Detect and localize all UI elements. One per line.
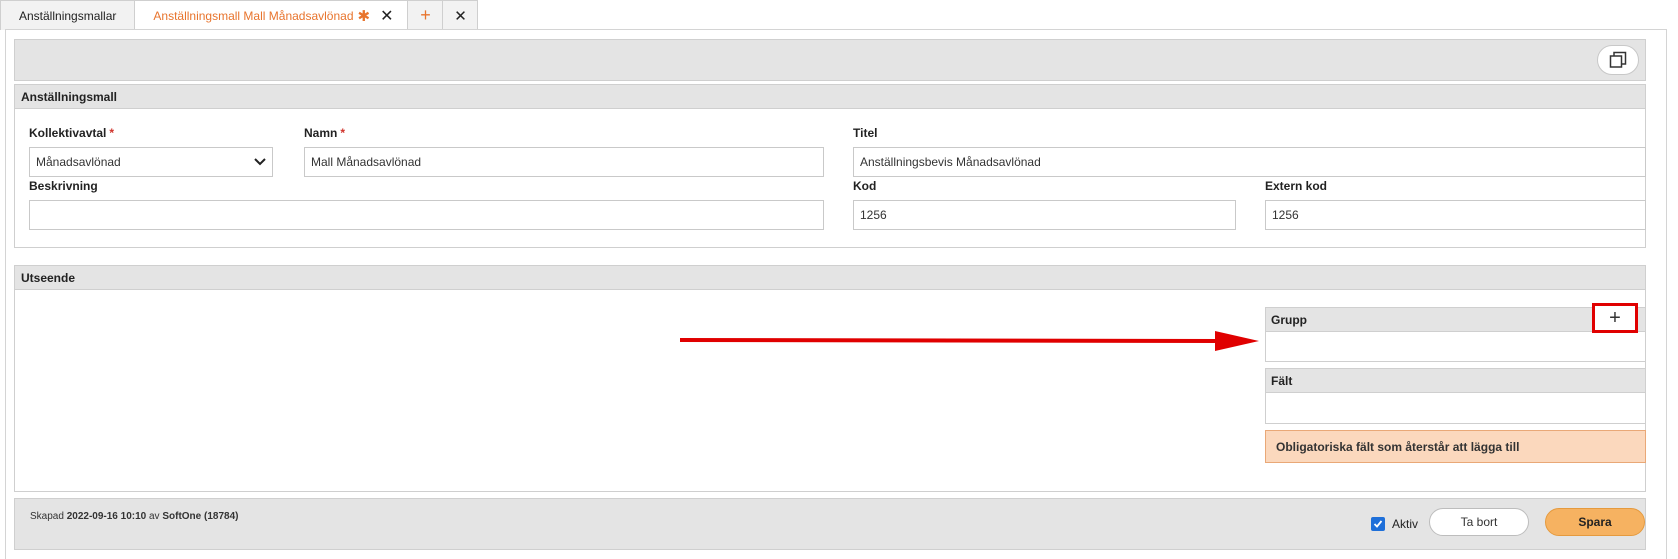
required-marker: * bbox=[109, 126, 115, 140]
plus-icon: + bbox=[420, 5, 431, 25]
delete-button[interactable]: Ta bort bbox=[1429, 508, 1529, 536]
created-by: SoftOne (18784) bbox=[162, 511, 239, 522]
tab-label: Anställningsmall Mall Månadsavlönad bbox=[153, 8, 354, 23]
label-text: Namn bbox=[304, 126, 338, 140]
title-label: Titel bbox=[853, 126, 878, 140]
input-value: 1256 bbox=[1272, 208, 1299, 222]
copy-icon bbox=[1609, 51, 1627, 68]
label-text: Kollektivavtal bbox=[29, 126, 107, 140]
footer-bar: Skapad 2022-09-16 10:10 av SoftOne (1878… bbox=[14, 498, 1646, 550]
collective-agreement-select[interactable]: Månadsavlönad bbox=[29, 147, 273, 177]
select-value: Månadsavlönad bbox=[36, 155, 121, 169]
external-code-label: Extern kod bbox=[1265, 179, 1328, 193]
tab-employment-templates[interactable]: Anställningsmallar bbox=[0, 0, 136, 30]
field-list bbox=[1265, 392, 1646, 424]
close-icon: ✕ bbox=[454, 7, 467, 25]
name-input[interactable]: Mall Månadsavlönad bbox=[304, 147, 824, 177]
toolbar bbox=[14, 39, 1646, 81]
close-icon[interactable]: ✕ bbox=[380, 6, 393, 26]
panel-title: Anställningsmall bbox=[15, 85, 1645, 109]
panel-title: Utseende bbox=[15, 266, 1645, 290]
active-checkbox[interactable] bbox=[1371, 517, 1385, 531]
description-label: Beskrivning bbox=[29, 179, 98, 193]
created-by-prefix: av bbox=[149, 511, 160, 522]
external-code-input[interactable]: 1256 bbox=[1265, 200, 1646, 230]
tab-current-template[interactable]: Anställningsmall Mall Månadsavlönad ✱ ✕ bbox=[134, 0, 409, 30]
code-label: Kod bbox=[853, 179, 877, 193]
input-value: 1256 bbox=[860, 208, 887, 222]
plus-icon: + bbox=[1609, 306, 1621, 329]
field-header: Fält bbox=[1265, 368, 1646, 393]
description-input[interactable] bbox=[29, 200, 824, 230]
required-marker: * bbox=[340, 126, 346, 140]
group-list bbox=[1265, 331, 1646, 362]
check-icon bbox=[1373, 520, 1383, 528]
annotation-arrow bbox=[679, 331, 1259, 351]
collective-agreement-label: Kollektivavtal * bbox=[29, 126, 114, 140]
tab-bar: Anställningsmallar Anställningsmall Mall… bbox=[0, 0, 479, 30]
input-value: Mall Månadsavlönad bbox=[311, 155, 422, 169]
code-input[interactable]: 1256 bbox=[853, 200, 1236, 230]
warning-text: Obligatoriska fält som återstår att lägg… bbox=[1276, 439, 1520, 454]
add-group-button[interactable]: + bbox=[1592, 303, 1638, 333]
new-tab-button[interactable]: + bbox=[407, 0, 444, 30]
created-date: 2022-09-16 10:10 bbox=[66, 511, 147, 522]
copy-button[interactable] bbox=[1597, 45, 1639, 75]
save-button[interactable]: Spara bbox=[1545, 508, 1645, 536]
title-input[interactable]: Anställningsbevis Månadsavlönad bbox=[853, 147, 1646, 177]
field-header-label: Fält bbox=[1271, 374, 1293, 388]
required-fields-warning: Obligatoriska fält som återstår att lägg… bbox=[1265, 430, 1646, 463]
group-header: Grupp bbox=[1265, 307, 1646, 332]
chevron-down-icon bbox=[254, 158, 266, 166]
modified-indicator: ✱ bbox=[357, 7, 371, 25]
group-header-label: Grupp bbox=[1271, 313, 1307, 327]
created-info: Skapad 2022-09-16 10:10 av SoftOne (1878… bbox=[30, 511, 238, 522]
input-value: Anställningsbevis Månadsavlönad bbox=[860, 155, 1041, 169]
tab-label: Anställningsmallar bbox=[19, 8, 117, 23]
close-all-tabs-button[interactable]: ✕ bbox=[442, 0, 479, 30]
active-label: Aktiv bbox=[1392, 517, 1419, 531]
created-prefix: Skapad bbox=[30, 511, 64, 522]
name-label: Namn * bbox=[304, 126, 345, 140]
